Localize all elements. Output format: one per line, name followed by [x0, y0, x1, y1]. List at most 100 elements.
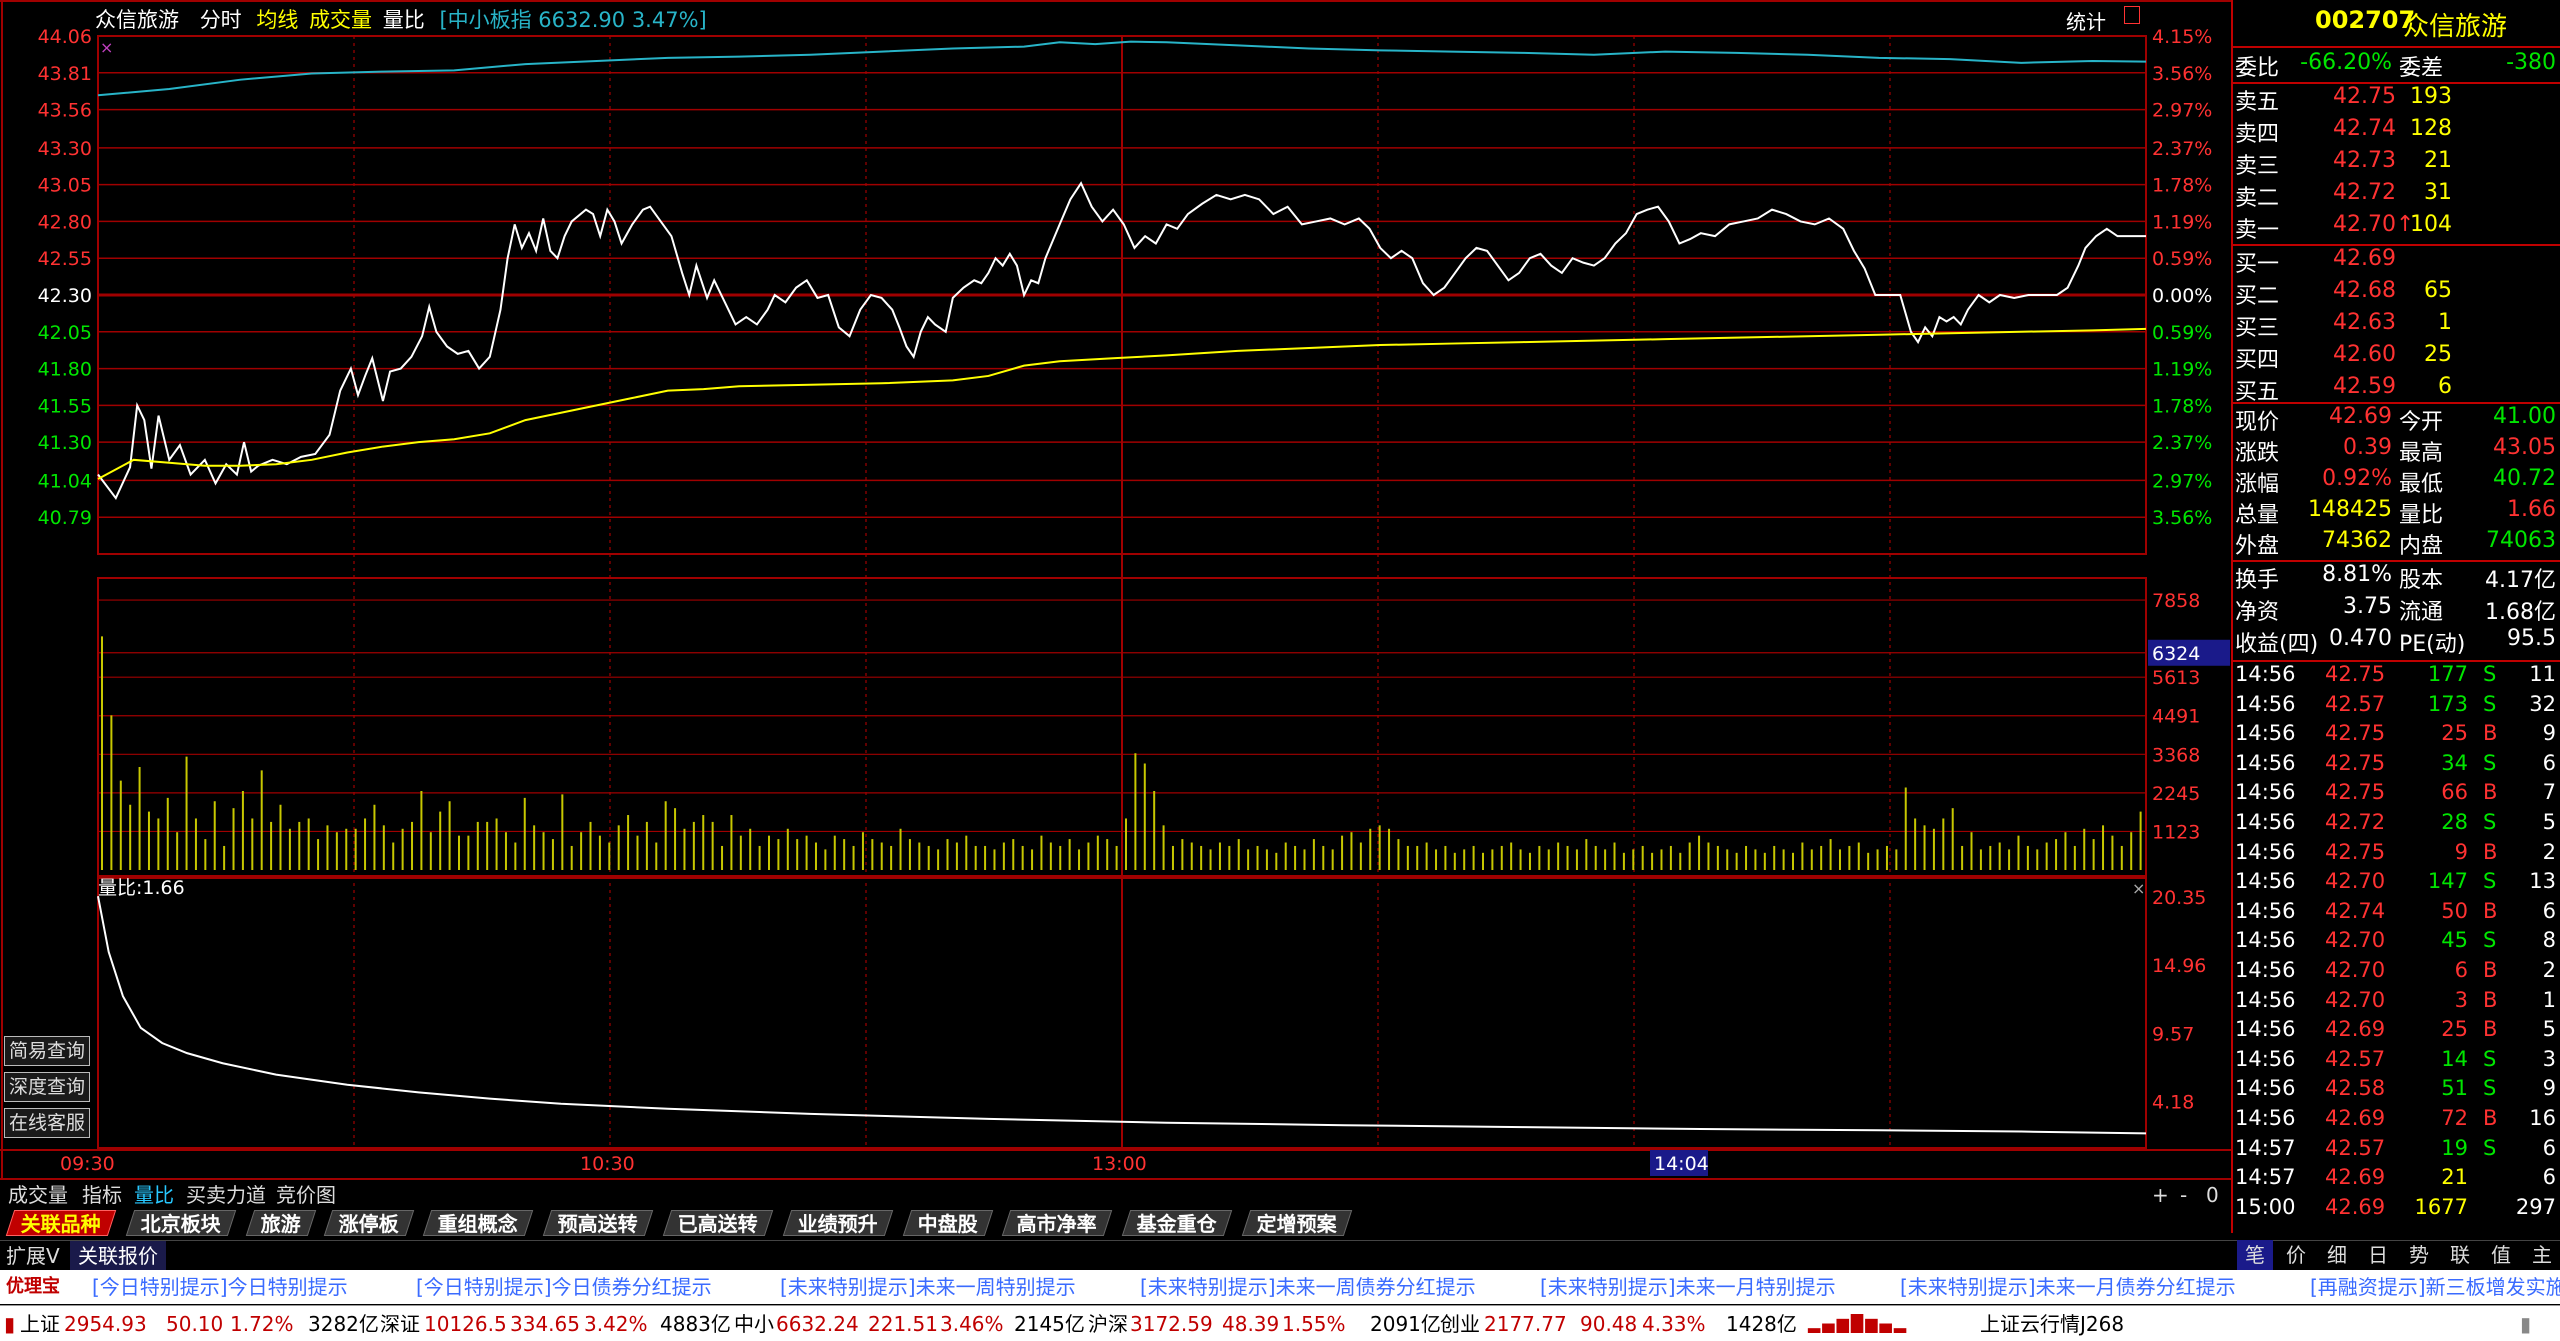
finance-value: 1.68亿: [2485, 600, 2556, 625]
sz-label[interactable]: 深证: [380, 1306, 420, 1341]
sector-tab-label: 已高送转: [677, 1212, 758, 1236]
buy-price: 42.63: [2333, 310, 2396, 335]
news-item-link[interactable]: [未来特别提示]未来一周特别提示: [780, 1270, 1076, 1304]
trade-tick-row: 14:56 42.57 14 S 3: [2233, 1047, 2560, 1078]
price-tick-label: 41.80: [38, 359, 92, 381]
zx-label[interactable]: 中小: [734, 1306, 774, 1341]
sell-level-row: 卖一 42.70↑ 104: [2233, 212, 2560, 243]
sector-tab[interactable]: 基金重仓: [1121, 1210, 1233, 1236]
right-panel-tab[interactable]: 细: [2319, 1240, 2355, 1270]
stats-button[interactable]: 统计: [2066, 6, 2106, 35]
tick-time: 14:56: [2235, 721, 2296, 746]
hs-label[interactable]: 沪深: [1088, 1306, 1128, 1341]
tick-volume: 25: [2441, 1017, 2468, 1042]
right-panel-tab[interactable]: 值: [2483, 1240, 2519, 1270]
mode-label[interactable]: 分时: [200, 8, 242, 32]
chart-header: 众信旅游 分时 均线 成交量 量比 [中小板指 6632.90 3.47%]: [95, 5, 707, 35]
tick-time: 14:56: [2235, 1017, 2296, 1042]
expand-button[interactable]: 扩展V: [6, 1241, 60, 1271]
deep-query-button[interactable]: 深度查询: [4, 1072, 90, 1102]
tick-volume: 25: [2441, 721, 2468, 746]
cy-label[interactable]: 创业: [1440, 1306, 1480, 1341]
cloud-quote-link[interactable]: 上证云行情J268: [1980, 1306, 2124, 1341]
buy-level-label: 买二: [2235, 284, 2280, 309]
sector-tab-label: 北京板块: [140, 1212, 221, 1236]
ratio-tick-label: 14.96: [2152, 955, 2206, 977]
news-item-link[interactable]: [今日特别提示]今日债券分红提示: [416, 1270, 712, 1304]
sh-value: 2954.93: [64, 1312, 147, 1336]
sh-label[interactable]: 上证: [20, 1306, 60, 1341]
finance-value: 8.81%: [2322, 562, 2392, 587]
sell-level-row: 卖四 42.74 128: [2233, 116, 2560, 147]
tick-side: B: [2483, 721, 2498, 746]
tick-count: 9: [2542, 721, 2556, 746]
news-item-link[interactable]: [未来特别提示]未来一月特别提示: [1540, 1270, 1836, 1304]
sz-amount: 4883亿: [660, 1312, 731, 1336]
news-item-link[interactable]: [今日特别提示]今日特别提示: [92, 1270, 348, 1304]
tick-price: 42.69: [2325, 1194, 2386, 1219]
zx-value: 6632.24: [776, 1312, 859, 1336]
buy-level-label: 买四: [2235, 348, 2280, 373]
simple-query-button[interactable]: 简易查询: [4, 1036, 90, 1066]
sector-tab[interactable]: 高市净率: [1001, 1210, 1113, 1236]
tab-buy-sell-power[interactable]: 买卖力道: [186, 1180, 266, 1210]
right-panel-tab[interactable]: 价: [2278, 1240, 2314, 1270]
sector-tab[interactable]: 定增预案: [1241, 1210, 1353, 1236]
tab-auction-chart[interactable]: 竞价图: [276, 1180, 336, 1210]
buy-level-label: 买三: [2235, 316, 2280, 341]
sector-tab[interactable]: 已高送转: [662, 1210, 774, 1236]
right-panel-tab[interactable]: 主: [2524, 1240, 2560, 1270]
price-tick-label: 41.55: [38, 395, 92, 417]
online-service-button[interactable]: 在线客服: [4, 1108, 90, 1138]
zoom-out-button[interactable]: -: [2180, 1180, 2187, 1210]
right-panel-tab[interactable]: 笔: [2237, 1240, 2273, 1270]
tick-volume: 177: [2427, 662, 2468, 686]
sector-tab[interactable]: 关联品种: [5, 1210, 117, 1236]
sector-tab[interactable]: 涨停板: [323, 1210, 415, 1236]
tick-volume: 9: [2454, 839, 2468, 864]
sell-level-label: 卖三: [2235, 154, 2280, 179]
tick-side: S: [2483, 691, 2497, 716]
tick-count: 9: [2542, 1076, 2556, 1101]
volume-tick-label: 3368: [2152, 744, 2200, 766]
sector-tab[interactable]: 旅游: [245, 1210, 317, 1236]
tab-ratio[interactable]: 量比: [134, 1180, 174, 1210]
tick-time: 14:56: [2235, 810, 2296, 834]
price-tick-label: 42.05: [38, 322, 92, 344]
sector-tab-label: 基金重仓: [1136, 1212, 1217, 1236]
right-panel-tab[interactable]: 联: [2442, 1240, 2478, 1270]
finance-value: 0.470: [2329, 626, 2392, 651]
tab-indicator[interactable]: 指标: [82, 1180, 122, 1210]
pct-tick-label: 0.00%: [2152, 285, 2212, 307]
sector-tab[interactable]: 中盘股: [902, 1210, 994, 1236]
sector-tab[interactable]: 业绩预升: [782, 1210, 894, 1236]
news-item-link[interactable]: [再融资提示]新三板增发实施: [2310, 1270, 2560, 1304]
right-panel-tab[interactable]: 势: [2401, 1240, 2437, 1270]
price-tick-label: 44.06: [38, 26, 92, 48]
news-item-link[interactable]: [未来特别提示]未来一月债券分红提示: [1900, 1270, 2236, 1304]
buy-level-row: 买三 42.63 1: [2233, 310, 2560, 341]
quote-value: 148425: [2308, 497, 2392, 522]
tick-time: 14:56: [2235, 1106, 2296, 1130]
buy-volume: 6: [2438, 374, 2452, 399]
zoom-in-button[interactable]: +: [2152, 1180, 2169, 1210]
news-item-link[interactable]: [未来特别提示]未来一周债券分红提示: [1140, 1270, 1476, 1304]
tick-volume: 1677: [2414, 1194, 2468, 1219]
right-panel-tab[interactable]: 日: [2360, 1240, 2396, 1270]
tick-price: 42.69: [2325, 1165, 2386, 1190]
quote-value: 40.72: [2493, 466, 2556, 491]
tab-volume[interactable]: 成交量: [8, 1180, 68, 1210]
sector-tab[interactable]: 预高送转: [542, 1210, 654, 1236]
sector-tab[interactable]: 北京板块: [125, 1210, 237, 1236]
chart-area[interactable]: 44.06 4.15% 43.81 3.56% 43.56 2.97% 43.30 2.37%…: [0, 0, 2231, 1200]
related-quote-button[interactable]: 关联报价: [70, 1241, 166, 1271]
finance-label: 收益(四): [2235, 632, 2319, 657]
close-box-icon[interactable]: [2124, 6, 2140, 24]
sector-tab[interactable]: 重组概念: [422, 1210, 534, 1236]
zoom-reset-button[interactable]: 0: [2206, 1180, 2219, 1210]
tick-time: 14:56: [2235, 839, 2296, 864]
finance-row: 换手 8.81% 股本 4.17亿: [2233, 562, 2560, 593]
expand-bar: 扩展V 关联报价: [0, 1240, 2560, 1271]
tick-price: 42.70: [2325, 869, 2386, 894]
quote-value: 41.00: [2493, 404, 2556, 429]
